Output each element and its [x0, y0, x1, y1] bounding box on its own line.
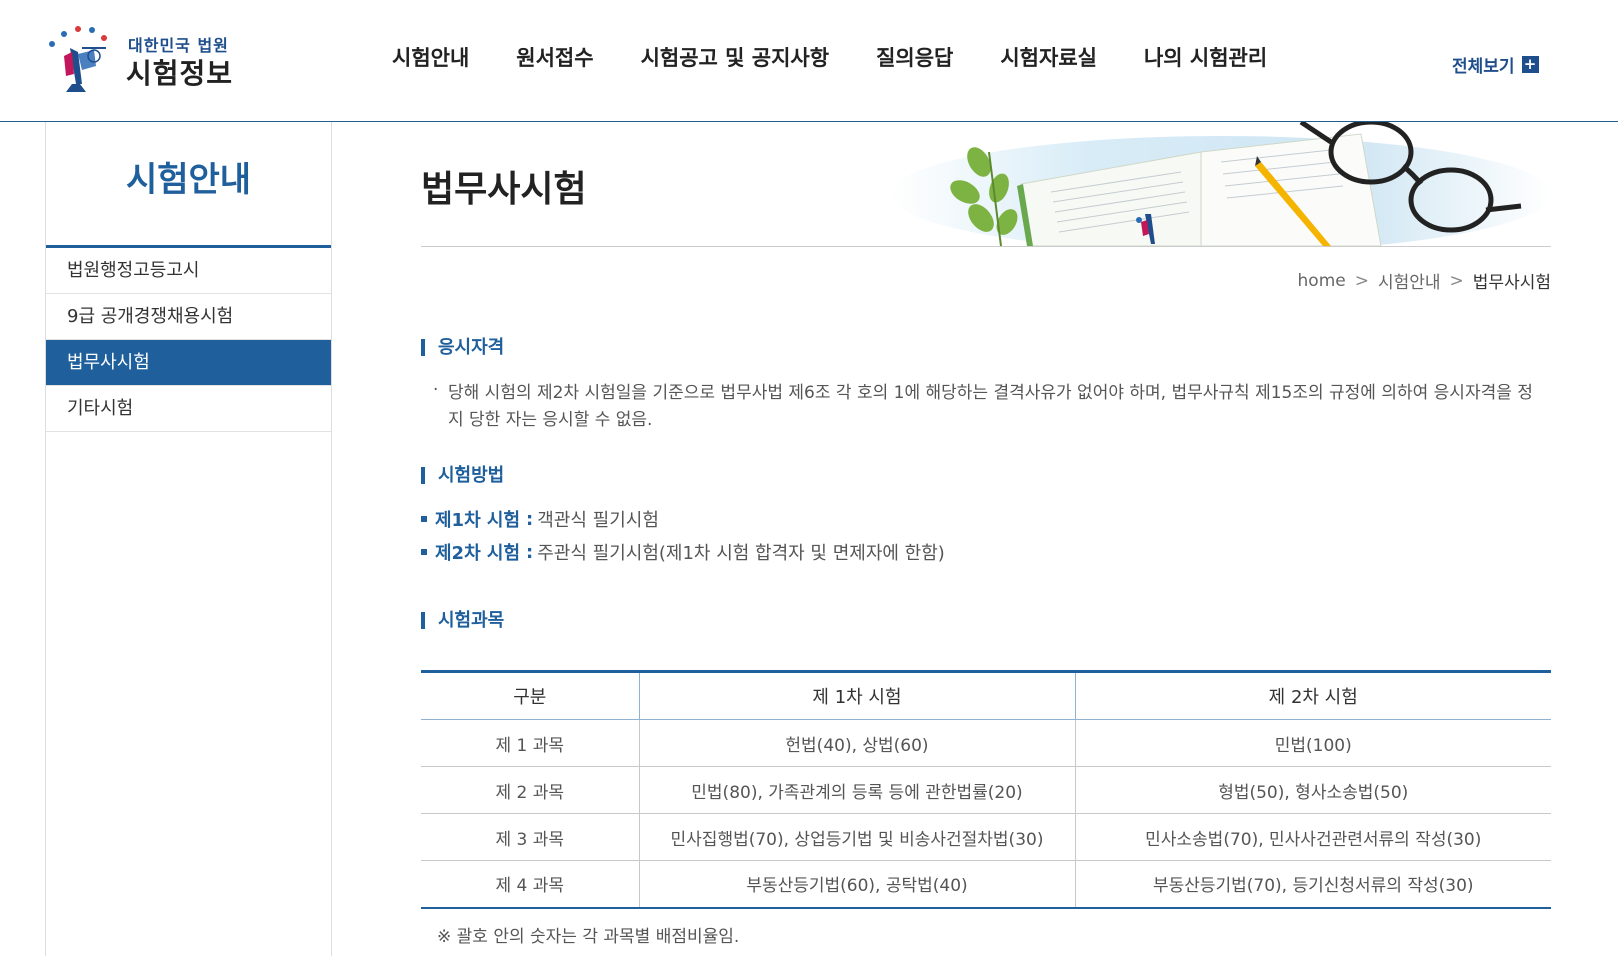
- method-desc: 객관식 필기시험: [537, 510, 659, 531]
- main-nav: 시험안내 원서접수 시험공고 및 공지사항 질의응답 시험자료실 나의 시험관리: [392, 42, 1314, 72]
- bullet-dot: ·: [433, 380, 439, 400]
- section-title-qualification: 응시자격: [421, 339, 504, 357]
- table-cell: 민사소송법(70), 민사사건관련서류의 작성(30): [1074, 813, 1551, 861]
- nav-application[interactable]: 원서접수: [516, 42, 593, 72]
- table-row: 제 4 과목 부동산등기법(60), 공탁법(40) 부동산등기법(70), 등…: [421, 860, 1551, 908]
- table-row: 제 1 과목 헌법(40), 상법(60) 민법(100): [421, 719, 1551, 767]
- section-title-subjects: 시험과목: [421, 612, 504, 630]
- method-label: 제1차 시험: [435, 510, 521, 531]
- method-desc: 주관식 필기시험(제1차 시험 합격자 및 면제자에 한함): [537, 543, 945, 564]
- logo-title: 시험정보: [126, 57, 234, 90]
- sidebar-item-other-exams[interactable]: 기타시험: [46, 386, 331, 432]
- sidebar-title: 시험안내: [46, 122, 331, 248]
- main-content: 법무사시험 home > 시험안내 > 법무사시험 응시자격 · 당해 시험의 …: [421, 122, 1551, 947]
- chevron-right-icon: >: [1449, 270, 1464, 291]
- table-cell: 민법(100): [1074, 719, 1551, 767]
- method-separator: :: [526, 541, 534, 563]
- table-cell: 제 4 과목: [495, 876, 565, 897]
- sidebar-item-grade9-exam[interactable]: 9급 공개경쟁채용시험: [46, 294, 331, 340]
- method-row: 제1차 시험 : 객관식 필기시험: [421, 506, 659, 532]
- plus-icon: +: [1521, 56, 1539, 73]
- book-banner-image: [891, 122, 1551, 246]
- table-cell: 제 2 과목: [421, 766, 639, 814]
- table-cell: 민사집행법(70), 상업등기법 및 비송사건절차법(30): [638, 813, 1075, 861]
- table-cell: 헌법(40), 상법(60): [638, 719, 1075, 767]
- table-row: 제 2 과목 민법(80), 가족관계의 등록 등에 관한법률(20) 형법(5…: [421, 766, 1551, 814]
- square-bullet-icon: [421, 549, 427, 555]
- table-cell: 제 1 과목: [421, 719, 639, 767]
- method-label: 제2차 시험: [435, 543, 521, 564]
- table-cell: 제 3 과목: [421, 813, 639, 861]
- page-header: 법무사시험: [421, 122, 1551, 247]
- page-title: 법무사시험: [421, 169, 587, 210]
- table-cell: 부동산등기법(60), 공탁법(40): [638, 860, 1075, 908]
- nav-materials[interactable]: 시험자료실: [1000, 42, 1097, 72]
- method-row: 제2차 시험 : 주관식 필기시험(제1차 시험 합격자 및 면제자에 한함): [421, 539, 945, 565]
- nav-exam-guide[interactable]: 시험안내: [392, 42, 469, 72]
- view-all-label: 전체보기: [1452, 57, 1515, 77]
- sidebar-item-legal-scrivener-exam[interactable]: 법무사시험: [46, 340, 331, 386]
- column-header: 제 1차 시험: [638, 671, 1075, 720]
- table-header-row: 구분 제 1차 시험 제 2차 시험: [421, 671, 1551, 720]
- section-title-method: 시험방법: [421, 467, 504, 485]
- sidebar: 시험안내 법원행정고등고시 9급 공개경쟁채용시험 법무사시험 기타시험: [45, 122, 332, 956]
- chevron-right-icon: >: [1354, 270, 1369, 291]
- table-cell: 형법(50), 형사소송법(50): [1074, 766, 1551, 814]
- breadcrumb-exam-guide[interactable]: 시험안내: [1378, 268, 1441, 293]
- nav-my-exam[interactable]: 나의 시험관리: [1144, 42, 1267, 72]
- square-bullet-icon: [421, 516, 427, 522]
- qualification-text: 당해 시험의 제2차 시험일을 기준으로 법무사법 제6조 각 호의 1에 해당…: [448, 383, 1533, 430]
- nav-notices[interactable]: 시험공고 및 공지사항: [641, 42, 830, 72]
- breadcrumb: home > 시험안내 > 법무사시험: [1298, 268, 1551, 294]
- breadcrumb-current: 법무사시험: [1472, 273, 1551, 293]
- table-note: ※ 괄호 안의 숫자는 각 과목별 배점비율임.: [437, 927, 740, 947]
- table-cell: 부동산등기법(70), 등기신청서류의 작성(30): [1074, 860, 1551, 908]
- table-cell: 민법(80), 가족관계의 등록 등에 관한법률(20): [638, 766, 1075, 814]
- method-separator: :: [526, 508, 534, 530]
- table-row: 제 3 과목 민사집행법(70), 상업등기법 및 비송사건절차법(30) 민사…: [421, 813, 1551, 861]
- view-all-button[interactable]: 전체보기 +: [1452, 52, 1539, 77]
- breadcrumb-home[interactable]: home: [1298, 271, 1346, 291]
- court-emblem-icon: [49, 26, 107, 92]
- site-header: 대한민국 법원 시험정보 시험안내 원서접수 시험공고 및 공지사항 질의응답 …: [0, 0, 1618, 122]
- site-logo[interactable]: 대한민국 법원 시험정보: [42, 22, 252, 94]
- sidebar-item-high-civil-exam[interactable]: 법원행정고등고시: [46, 248, 331, 294]
- subjects-table: 구분 제 1차 시험 제 2차 시험 제 1 과목 헌법(40), 상법(60)…: [421, 670, 1551, 909]
- nav-qna[interactable]: 질의응답: [876, 42, 953, 72]
- column-header: 제 2차 시험: [1074, 671, 1551, 720]
- column-header: 구분: [421, 671, 639, 720]
